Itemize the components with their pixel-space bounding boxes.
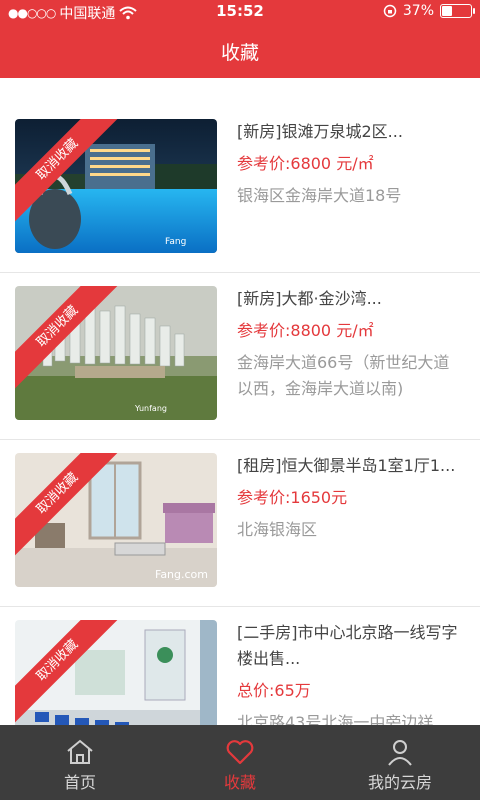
item-info[interactable]: [二手房]市中心北京路一线写字楼出售... 总价:65万 北京路43号北海一中旁…: [237, 620, 462, 725]
svg-text:Yunfang: Yunfang: [134, 404, 167, 413]
tab-my-cloud-house[interactable]: 我的云房: [320, 725, 480, 800]
item-price: 总价:65万: [237, 681, 311, 700]
list-item[interactable]: Yunfang 取消收藏 [新房]大都·金沙湾... 参考价:8800 元/㎡ …: [0, 272, 480, 440]
rotation-lock-icon: [383, 4, 397, 18]
favorites-list[interactable]: Fang 取消收藏 [新房]银滩万泉城2区... 参考价:6800 元/㎡ 银海…: [0, 105, 480, 725]
item-name[interactable]: [新房]银滩万泉城2区...: [237, 119, 462, 145]
home-icon: [67, 739, 93, 764]
living-room-photo[interactable]: Fang.com 取消收藏: [15, 453, 217, 587]
tab-home[interactable]: 首页: [0, 725, 160, 800]
office-interior-photo[interactable]: 取消收藏: [15, 620, 217, 725]
list-item[interactable]: Fang.com 取消收藏 [租房]恒大御景半岛1室1厅1... 参考价:165…: [0, 439, 480, 607]
svg-text:Fang.com: Fang.com: [155, 568, 208, 581]
item-price: 参考价:1650元: [237, 488, 348, 507]
svg-text:Fang: Fang: [165, 237, 186, 247]
item-price: 参考价:8800 元/㎡: [237, 321, 374, 340]
item-name[interactable]: [租房]恒大御景半岛1室1厅1...: [237, 453, 462, 479]
item-info[interactable]: [新房]银滩万泉城2区... 参考价:6800 元/㎡ 银海区金海岸大道18号: [237, 119, 462, 209]
battery-percent: 37%: [402, 3, 434, 19]
status-bar: ●●○○○ 中国联通 15:52 37%: [0, 0, 480, 24]
top-bar: ●●○○○ 中国联通 15:52 37% 收藏: [0, 0, 480, 78]
tab-label: 首页: [63, 773, 96, 792]
item-name[interactable]: [新房]大都·金沙湾...: [237, 286, 462, 312]
tab-favorites[interactable]: 收藏: [160, 725, 320, 800]
heart-icon: [226, 740, 254, 765]
item-name[interactable]: [二手房]市中心北京路一线写字楼出售...: [237, 620, 462, 672]
page-title: 收藏: [220, 42, 259, 64]
item-info[interactable]: [租房]恒大御景半岛1室1厅1... 参考价:1650元 北海银海区: [237, 453, 462, 543]
user-icon: [388, 740, 412, 766]
list-item[interactable]: 取消收藏 [二手房]市中心北京路一线写字楼出售... 总价:65万 北京路43号…: [0, 606, 480, 725]
resort-pool-photo[interactable]: Fang 取消收藏: [15, 119, 217, 253]
item-info[interactable]: [新房]大都·金沙湾... 参考价:8800 元/㎡ 金海岸大道66号（新世纪大…: [237, 286, 462, 402]
battery-icon: [440, 4, 475, 18]
bottom-tab-bar: 首页 收藏 我的云房: [0, 725, 480, 800]
item-address: 银海区金海岸大道18号: [237, 186, 402, 205]
tab-label: 收藏: [223, 773, 256, 792]
item-address: 金海岸大道66号（新世纪大道以西，金海岸大道以南): [237, 353, 450, 398]
item-address: 北京路43号北海一中旁边祥: [237, 713, 434, 725]
highrise-aerial-render[interactable]: Yunfang 取消收藏: [15, 286, 217, 420]
item-price: 参考价:6800 元/㎡: [237, 154, 374, 173]
item-address: 北海银海区: [237, 520, 318, 539]
list-item[interactable]: Fang 取消收藏 [新房]银滩万泉城2区... 参考价:6800 元/㎡ 银海…: [0, 105, 480, 273]
tab-label: 我的云房: [367, 773, 432, 792]
